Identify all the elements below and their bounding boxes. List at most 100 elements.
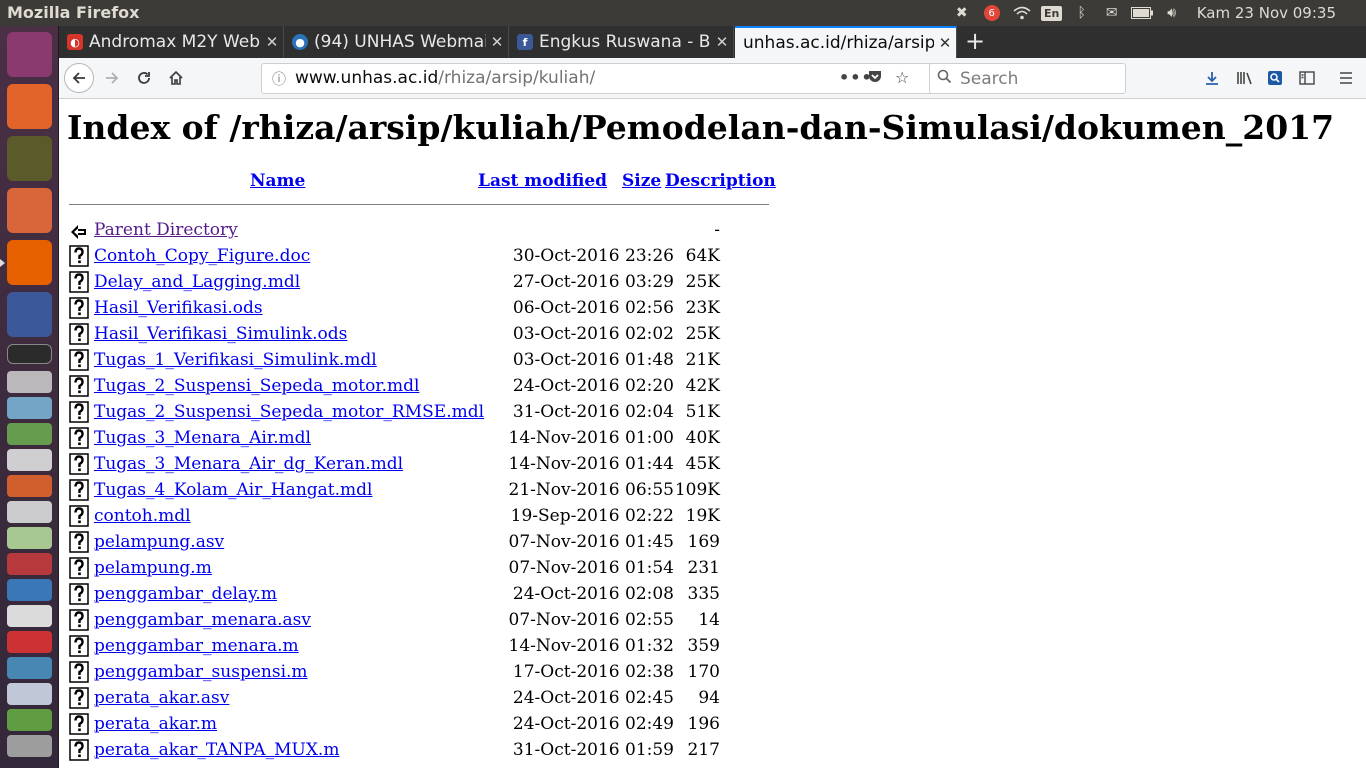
software-center-icon[interactable] bbox=[7, 84, 52, 129]
launcher-app-icon[interactable] bbox=[7, 579, 52, 601]
library-icon bbox=[1237, 72, 1252, 85]
launcher-app-icon[interactable] bbox=[7, 423, 52, 445]
file-link[interactable]: contoh.mdl bbox=[94, 506, 191, 526]
close-tab-icon[interactable]: ✕ bbox=[486, 33, 508, 51]
launcher-app-icon[interactable] bbox=[7, 735, 52, 757]
terminal-icon[interactable] bbox=[7, 344, 52, 364]
volume-icon[interactable]: 🔊︎ bbox=[1157, 0, 1187, 26]
home-button[interactable] bbox=[161, 63, 191, 93]
file-modified-date: 14-Nov-2016 01:44 bbox=[508, 454, 675, 474]
launcher-app-icon[interactable] bbox=[7, 709, 52, 731]
extension-button[interactable] bbox=[1263, 66, 1287, 90]
home-icon bbox=[169, 70, 183, 85]
launcher-app-stack[interactable] bbox=[7, 371, 52, 761]
file-link[interactable]: Tugas_4_Kolam_Air_Hangat.mdl bbox=[94, 480, 372, 500]
back-button[interactable] bbox=[64, 63, 94, 93]
launcher-app-icon[interactable] bbox=[7, 501, 52, 523]
files-icon[interactable] bbox=[7, 188, 52, 233]
sort-by-size-link[interactable]: Size bbox=[622, 171, 661, 191]
firefox-icon[interactable] bbox=[7, 240, 52, 285]
close-tab-icon[interactable]: ✕ bbox=[261, 33, 283, 51]
parent-directory-link[interactable]: Parent Directory bbox=[94, 220, 238, 240]
close-tab-icon[interactable]: ✕ bbox=[934, 34, 956, 52]
forward-button[interactable] bbox=[97, 63, 127, 93]
downloads-button[interactable] bbox=[1200, 66, 1224, 90]
launcher-app-icon[interactable] bbox=[7, 553, 52, 575]
tab-facebook[interactable]: f Engkus Ruswana - Bu ✕ bbox=[509, 26, 734, 58]
address-bar-url[interactable]: www.unhas.ac.id/rhiza/arsip/kuliah/ bbox=[295, 68, 595, 88]
file-link[interactable]: penggambar_menara.m bbox=[94, 636, 299, 656]
file-link[interactable]: Hasil_Verifikasi_Simulink.ods bbox=[94, 324, 347, 344]
facebook-icon[interactable] bbox=[7, 292, 52, 337]
launcher-app-icon[interactable] bbox=[7, 527, 52, 549]
launcher-app-icon[interactable] bbox=[7, 371, 52, 393]
keyboard-layout-indicator[interactable]: En bbox=[1037, 0, 1067, 26]
launcher-app-icon[interactable] bbox=[7, 631, 52, 653]
file-link[interactable]: Tugas_2_Suspensi_Sepeda_motor_RMSE.mdl bbox=[94, 402, 484, 422]
ubuntu-dash-icon[interactable] bbox=[7, 32, 52, 77]
launcher-app-icon[interactable] bbox=[7, 397, 52, 419]
close-tab-icon[interactable]: ✕ bbox=[711, 33, 733, 51]
search-input[interactable] bbox=[960, 67, 1120, 91]
pocket-icon[interactable] bbox=[867, 68, 883, 88]
system-top-panel: Mozilla Firefox ✖ 6 En ᛒ ✉ 🔊︎ Kam 23 Nov… bbox=[0, 0, 1366, 26]
launcher-app-icon[interactable] bbox=[7, 657, 52, 679]
tab-label: Andromax M2Y Web bbox=[89, 32, 260, 52]
file-link[interactable]: Tugas_1_Verifikasi_Simulink.mdl bbox=[94, 350, 377, 370]
file-size: 23K bbox=[685, 298, 720, 318]
bookmark-star-icon[interactable]: ☆ bbox=[895, 68, 909, 87]
webmail-favicon-icon: ● bbox=[292, 34, 308, 50]
launcher-app-icon[interactable] bbox=[7, 449, 52, 471]
site-info-icon[interactable]: ⓘ bbox=[270, 69, 288, 88]
file-link[interactable]: Tugas_3_Menara_Air_dg_Keran.mdl bbox=[94, 454, 403, 474]
menu-button[interactable] bbox=[1334, 66, 1358, 90]
unknown-file-icon bbox=[69, 505, 89, 527]
search-bar[interactable] bbox=[929, 63, 1126, 94]
reload-button[interactable] bbox=[129, 63, 159, 93]
battery-icon[interactable] bbox=[1127, 0, 1157, 26]
file-link[interactable]: Tugas_2_Suspensi_Sepeda_motor.mdl bbox=[94, 376, 419, 396]
library-button[interactable] bbox=[1233, 66, 1257, 90]
file-link[interactable]: penggambar_suspensi.m bbox=[94, 662, 308, 682]
address-bar[interactable]: ⓘ www.unhas.ac.id/rhiza/arsip/kuliah/ ••… bbox=[261, 63, 977, 94]
file-link[interactable]: penggambar_delay.m bbox=[94, 584, 277, 604]
tab-andromax[interactable]: ◐ Andromax M2Y Web ✕ bbox=[59, 26, 284, 58]
sort-by-last-modified-link[interactable]: Last modified bbox=[478, 171, 607, 191]
vertical-scrollbar[interactable] bbox=[1360, 99, 1366, 768]
system-tray: ✖ 6 En ᛒ ✉ 🔊︎ Kam 23 Nov 09:35 bbox=[947, 0, 1366, 26]
file-link[interactable]: Tugas_3_Menara_Air.mdl bbox=[94, 428, 311, 448]
file-link[interactable]: perata_akar.m bbox=[94, 714, 217, 734]
back-folder-icon bbox=[71, 225, 86, 239]
dropbox-icon[interactable]: ✖ bbox=[947, 0, 977, 26]
clock[interactable]: Kam 23 Nov 09:35 bbox=[1187, 4, 1366, 22]
file-link[interactable]: Hasil_Verifikasi.ods bbox=[94, 298, 263, 318]
mail-icon[interactable]: ✉ bbox=[1097, 0, 1127, 26]
file-size: 40K bbox=[685, 428, 720, 448]
file-link[interactable]: pelampung.asv bbox=[94, 532, 224, 552]
file-link[interactable]: penggambar_menara.asv bbox=[94, 610, 311, 630]
notification-badge[interactable]: 6 bbox=[977, 0, 1007, 26]
launcher-app-icon[interactable] bbox=[7, 683, 52, 705]
file-link[interactable]: pelampung.m bbox=[94, 558, 212, 578]
bluetooth-icon[interactable]: ᛒ bbox=[1067, 0, 1097, 26]
tab-unhas-webmail[interactable]: ● (94) UNHAS Webmai ✕ bbox=[284, 26, 509, 58]
sort-by-description-link[interactable]: Description bbox=[665, 171, 776, 191]
file-modified-date: 14-Nov-2016 01:32 bbox=[508, 636, 675, 656]
launcher-app-icon[interactable] bbox=[7, 475, 52, 497]
tab-unhas-arsip[interactable]: unhas.ac.id/rhiza/arsip/ ✕ bbox=[735, 26, 957, 58]
file-modified-date: 03-Oct-2016 02:02 bbox=[512, 324, 674, 344]
file-modified-date: 27-Oct-2016 03:29 bbox=[512, 272, 674, 292]
new-tab-button[interactable]: + bbox=[961, 28, 989, 56]
file-link[interactable]: Contoh_Copy_Figure.doc bbox=[94, 246, 310, 266]
sidebar-button[interactable] bbox=[1295, 66, 1319, 90]
andromax-favicon-icon: ◐ bbox=[67, 34, 83, 50]
file-link[interactable]: perata_akar_TANPA_MUX.m bbox=[94, 740, 339, 760]
file-link[interactable]: Delay_and_Lagging.mdl bbox=[94, 272, 300, 292]
file-link[interactable]: perata_akar.asv bbox=[94, 688, 229, 708]
sort-by-name-link[interactable]: Name bbox=[250, 171, 305, 191]
file-row: penggambar_delay.m 24-Oct-2016 02:08 335 bbox=[59, 581, 779, 607]
quran-app-icon[interactable] bbox=[7, 136, 52, 181]
wifi-icon[interactable] bbox=[1007, 0, 1037, 26]
launcher-app-icon[interactable] bbox=[7, 605, 52, 627]
file-row: Tugas_2_Suspensi_Sepeda_motor.mdl 24-Oct-… bbox=[59, 373, 779, 399]
